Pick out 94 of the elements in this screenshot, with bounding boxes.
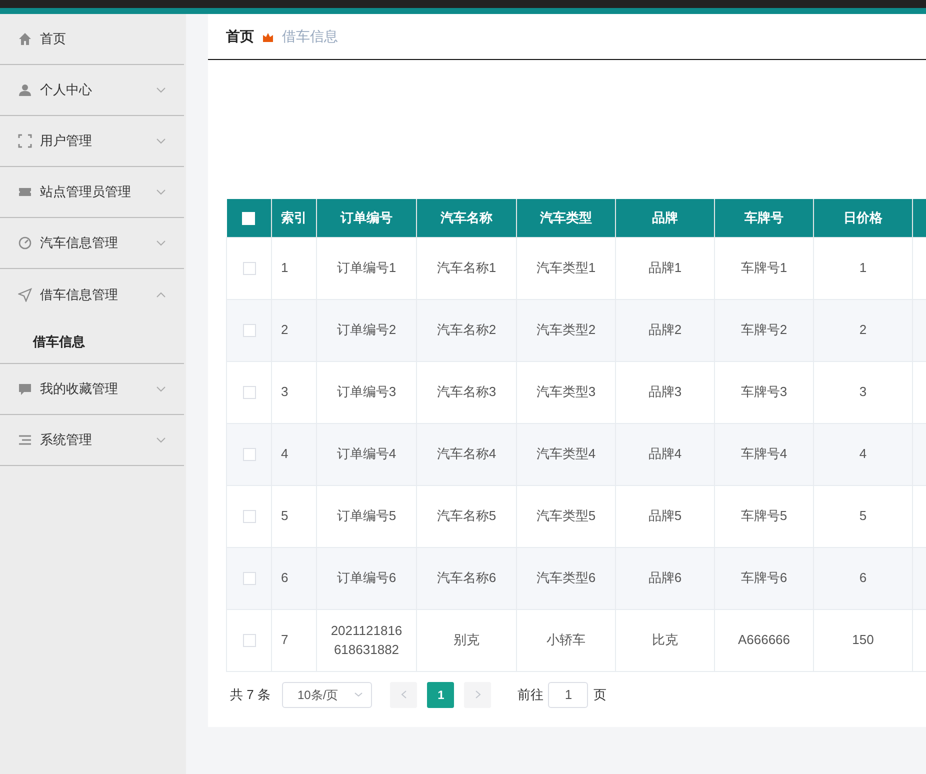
sidebar-item[interactable]: 系统管理 (0, 415, 184, 466)
column-header: 汽车名称 (416, 199, 516, 237)
column-header: 索引 (272, 199, 316, 237)
submenu-item[interactable]: 借车信息 (33, 332, 85, 352)
table-cell: 汽车类型1 (516, 237, 616, 299)
next-page-button[interactable] (464, 682, 492, 708)
table-cell: 3 (814, 361, 912, 423)
column-header: 车牌号 (714, 199, 814, 237)
frame-icon (18, 134, 32, 148)
page-suffix: 页 (593, 686, 606, 704)
page-size-select[interactable]: 10条/页 (282, 682, 372, 708)
table-cell: 1 (814, 237, 912, 299)
table-cell: A666666 (714, 609, 814, 671)
table-cell: 订单编号6 (316, 547, 416, 609)
table-cell: 订单编号2 (316, 299, 416, 361)
page-input[interactable]: 1 (548, 682, 588, 708)
row-checkbox[interactable] (242, 262, 256, 276)
row-checkbox[interactable] (242, 324, 256, 338)
user-icon (18, 83, 32, 97)
table-cell: 5 (272, 485, 316, 547)
table-cell: 品牌6 (616, 547, 714, 609)
table-cell: 3 (272, 361, 316, 423)
ticket-icon (18, 185, 32, 199)
chevron-down-icon (354, 692, 364, 697)
goto-label: 前往 (517, 686, 544, 704)
home-icon (18, 32, 32, 46)
gauge-icon (18, 236, 32, 250)
table-cell: 4 (814, 423, 912, 485)
table-cell: 汽车类型3 (516, 361, 616, 423)
sidebar-item[interactable]: 个人中心 (0, 65, 184, 116)
table-cell: 别克 (416, 609, 516, 671)
total-count: 共 7 条 (230, 686, 270, 704)
table-cell: 车牌号6 (714, 547, 814, 609)
row-checkbox[interactable] (242, 386, 256, 400)
prev-page-button[interactable] (390, 682, 418, 708)
table-cell: 品牌3 (616, 361, 714, 423)
column-header: 品牌 (616, 199, 714, 237)
sidebar-item[interactable]: 借车信息管理 (0, 269, 184, 320)
table-cell: 1 (272, 237, 316, 299)
table-cell: 4 (272, 423, 316, 485)
select-all-checkbox[interactable] (242, 212, 256, 226)
sidebar-item[interactable]: 汽车信息管理 (0, 218, 184, 269)
table-cell: 品牌1 (616, 237, 714, 299)
list-icon (18, 433, 32, 447)
table-cell: 2021121816618631882 (316, 609, 416, 671)
column-header: 日价格 (814, 199, 912, 237)
chevron-right-icon (474, 690, 481, 699)
sidebar-item[interactable]: 首页 (0, 14, 184, 65)
row-checkbox[interactable] (242, 448, 256, 462)
chevron-left-icon (400, 690, 407, 699)
table-cell: 汽车类型5 (516, 485, 616, 547)
table-cell: 汽车类型2 (516, 299, 616, 361)
table-cell: 比克 (616, 609, 714, 671)
row-checkbox[interactable] (242, 572, 256, 586)
table-cell: 汽车名称5 (416, 485, 516, 547)
sidebar-item[interactable]: 我的收藏管理 (0, 364, 184, 415)
breadcrumb-item[interactable]: 首页 (226, 26, 254, 47)
table-cell: 品牌5 (616, 485, 714, 547)
row-checkbox[interactable] (242, 510, 256, 524)
table-cell: 车牌号2 (714, 299, 814, 361)
table-cell: 车牌号1 (714, 237, 814, 299)
table-cell: 汽车名称2 (416, 299, 516, 361)
table-cell: 6 (272, 547, 316, 609)
sidebar-item[interactable]: 站点管理员管理 (0, 167, 184, 218)
table-cell: 2 (814, 299, 912, 361)
table-cell: 小轿车 (516, 609, 616, 671)
table-cell: 品牌4 (616, 423, 714, 485)
table-cell: 品牌2 (616, 299, 714, 361)
table-cell: 汽车名称3 (416, 361, 516, 423)
table-cell: 汽车类型4 (516, 423, 616, 485)
table-cell: 150 (814, 609, 912, 671)
sidebar-item[interactable]: 用户管理 (0, 116, 184, 167)
send-icon (18, 288, 32, 302)
table-cell: 订单编号3 (316, 361, 416, 423)
table-cell: 订单编号1 (316, 237, 416, 299)
chat-icon (18, 382, 32, 396)
column-header: 订单编号 (316, 199, 416, 237)
column-header: 汽车类型 (516, 199, 616, 237)
table-cell: 5 (814, 485, 912, 547)
table-cell: 车牌号4 (714, 423, 814, 485)
crown-icon (262, 30, 274, 42)
table-cell: 7 (272, 609, 316, 671)
table-cell: 汽车名称6 (416, 547, 516, 609)
table-cell: 汽车类型6 (516, 547, 616, 609)
row-checkbox[interactable] (242, 634, 256, 648)
table-cell: 订单编号5 (316, 485, 416, 547)
table-cell: 6 (814, 547, 912, 609)
table-cell: 车牌号5 (714, 485, 814, 547)
table-cell: 汽车名称4 (416, 423, 516, 485)
table-cell: 2 (272, 299, 316, 361)
breadcrumb-item: 借车信息 (282, 27, 338, 46)
table-cell: 订单编号4 (316, 423, 416, 485)
table-cell: 汽车名称1 (416, 237, 516, 299)
table-cell: 车牌号3 (714, 361, 814, 423)
